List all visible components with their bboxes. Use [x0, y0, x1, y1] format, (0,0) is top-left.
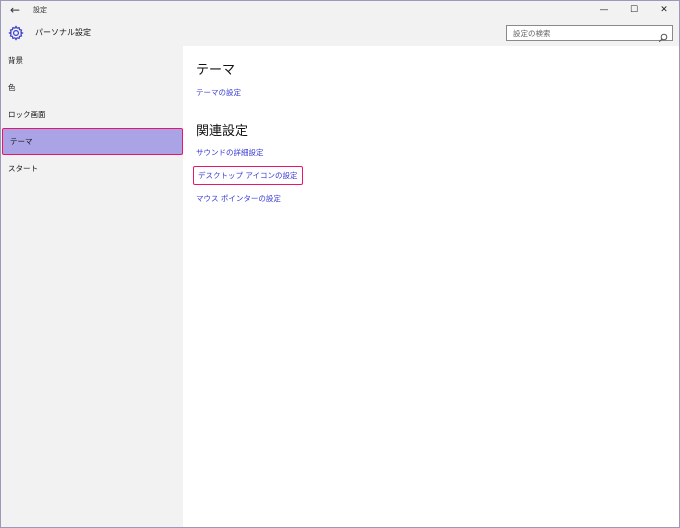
minimize-icon: —	[599, 5, 609, 15]
page-title: パーソナル設定	[35, 28, 91, 37]
search-input[interactable]	[507, 26, 657, 40]
settings-window: ← 設定 — ☐ ✕ パーソナル設定 設定の検索 背景 色 ロック画面 テーマ …	[0, 0, 680, 528]
section-title-related: 関連設定	[196, 124, 249, 139]
search-icon[interactable]	[658, 28, 668, 43]
sidebar-item-color[interactable]: 色	[1, 74, 183, 101]
header-bar: パーソナル設定	[1, 19, 679, 46]
back-arrow-icon: ←	[9, 3, 21, 17]
sidebar-item-label: スタート	[8, 164, 38, 173]
sidebar-item-background[interactable]: 背景	[1, 47, 183, 74]
back-button[interactable]: ←	[1, 1, 29, 19]
theme-settings-link[interactable]: テーマの設定	[196, 87, 241, 98]
sidebar-item-label: 色	[8, 83, 16, 92]
main-content: テーマ テーマの設定 関連設定 サウンドの詳細設定 デスクトップ アイコンの設定…	[183, 46, 679, 527]
minimize-button[interactable]: —	[589, 1, 619, 19]
gear-icon	[8, 24, 24, 41]
sidebar: 背景 色 ロック画面 テーマ スタート	[1, 46, 183, 527]
maximize-button[interactable]: ☐	[619, 1, 649, 19]
window-title: 設定	[33, 6, 47, 14]
mouse-pointer-settings-link[interactable]: マウス ポインターの設定	[196, 193, 281, 204]
sidebar-item-start[interactable]: スタート	[1, 155, 183, 182]
sidebar-item-themes[interactable]: テーマ	[2, 128, 183, 155]
section-title-theme: テーマ	[196, 63, 236, 78]
sidebar-item-label: ロック画面	[8, 110, 46, 119]
close-button[interactable]: ✕	[649, 1, 679, 19]
sidebar-item-lock-screen[interactable]: ロック画面	[1, 101, 183, 128]
sound-settings-link[interactable]: サウンドの詳細設定	[196, 147, 264, 158]
sidebar-item-label: テーマ	[10, 137, 33, 146]
window-controls: — ☐ ✕	[589, 1, 679, 19]
title-bar: ← 設定 — ☐ ✕	[1, 1, 679, 19]
search-box[interactable]	[506, 25, 673, 43]
maximize-icon: ☐	[629, 5, 639, 15]
desktop-icon-settings-link[interactable]: デスクトップ アイコンの設定	[193, 166, 303, 185]
close-icon: ✕	[660, 5, 668, 15]
sidebar-item-label: 背景	[8, 56, 23, 65]
